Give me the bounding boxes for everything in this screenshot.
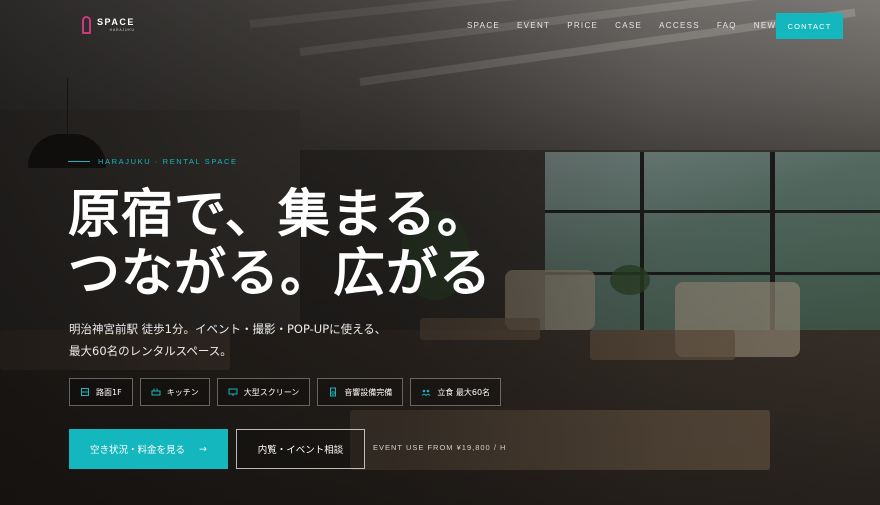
- feature-label: 路面1F: [96, 387, 122, 397]
- feature-tag-screen: 大型スクリーン: [216, 378, 311, 406]
- nav-item-access[interactable]: ACCESS: [659, 21, 700, 30]
- feature-tags: 路面1F キッチン 大型スクリーン 音響設備完備 立食 最大60名: [69, 378, 502, 406]
- description-line-2: 最大60名のレンタルスペース。: [69, 344, 232, 358]
- nav-item-case[interactable]: CASE: [615, 21, 642, 30]
- availability-pricing-button[interactable]: 空き状況・料金を見る →: [69, 429, 228, 469]
- feature-label: 大型スクリーン: [243, 387, 300, 397]
- headline-line-2: つながる。広がる: [68, 244, 493, 304]
- logo-mark-icon: [82, 16, 91, 34]
- logo-sub: HARAJUKU: [109, 27, 135, 32]
- feature-tag-street-level: 路面1F: [69, 378, 133, 406]
- hero-description: 明治神宮前駅 徒歩1分。イベント・撮影・POP-UPに使える、 最大60名のレン…: [69, 318, 386, 362]
- eyebrow-line: [68, 161, 90, 162]
- eyebrow-text: HARAJUKU · RENTAL SPACE: [98, 157, 238, 166]
- nav-item-price[interactable]: PRICE: [567, 21, 598, 30]
- nav-item-event[interactable]: EVENT: [517, 21, 550, 30]
- feature-label: 音響設備完備: [344, 387, 393, 397]
- feature-tag-capacity: 立食 最大60名: [410, 378, 502, 406]
- speaker-icon: [328, 387, 338, 397]
- contact-button[interactable]: CONTACT: [776, 13, 843, 39]
- viewing-consultation-button[interactable]: 内覧・イベント相談: [236, 429, 365, 469]
- hero-headline: 原宿で、集まる。 つながる。広がる: [68, 186, 492, 304]
- arrow-right-icon: →: [199, 443, 207, 455]
- building-icon: [80, 387, 90, 397]
- nav-item-space[interactable]: SPACE: [467, 21, 500, 30]
- price-note: EVENT USE FROM ¥19,800 / H: [373, 443, 507, 452]
- description-line-1: 明治神宮前駅 徒歩1分。イベント・撮影・POP-UPに使える、: [69, 322, 387, 336]
- feature-tag-sound: 音響設備完備: [317, 378, 404, 406]
- cta-primary-label: 空き状況・料金を見る: [90, 445, 186, 456]
- nav-item-faq[interactable]: FAQ: [717, 21, 737, 30]
- feature-label: 立食 最大60名: [437, 387, 491, 397]
- logo-name: SPACE: [97, 16, 135, 27]
- hero-eyebrow: HARAJUKU · RENTAL SPACE: [68, 157, 238, 166]
- headline-line-1: 原宿で、集まる。: [68, 185, 490, 245]
- logo[interactable]: SPACE HARAJUKU: [82, 16, 135, 34]
- main-nav: SPACE EVENT PRICE CASE ACCESS FAQ NEWS: [467, 21, 800, 30]
- people-icon: [421, 387, 431, 397]
- feature-tag-kitchen: キッチン: [139, 378, 210, 406]
- logo-text: SPACE HARAJUKU: [97, 16, 135, 33]
- screen-icon: [228, 387, 238, 397]
- feature-label: キッチン: [166, 387, 199, 397]
- kitchen-icon: [151, 387, 161, 397]
